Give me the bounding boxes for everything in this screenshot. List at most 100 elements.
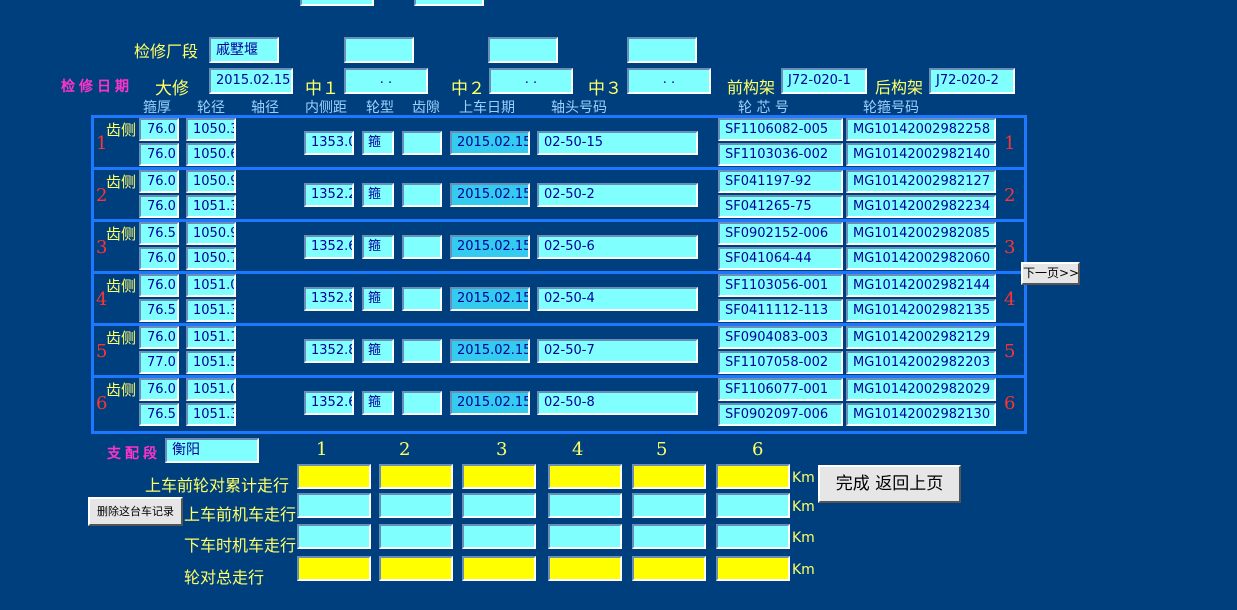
top-field-2[interactable]: [414, 0, 484, 6]
mileage-field[interactable]: [379, 464, 453, 489]
tire-thickness-field-a[interactable]: 76.5: [139, 222, 179, 245]
tooth-gap-field[interactable]: [402, 391, 442, 415]
tire-thickness-field-a[interactable]: 76.0: [139, 118, 179, 141]
mileage-field[interactable]: [632, 464, 706, 489]
wheel-core-field-a[interactable]: SF1106077-001: [718, 378, 843, 401]
wheel-diameter-field-a[interactable]: 1050.9: [186, 170, 236, 193]
tooth-gap-field[interactable]: [402, 339, 442, 363]
mileage-field[interactable]: [379, 556, 453, 581]
mileage-field[interactable]: [548, 524, 622, 549]
wheel-core-field-b[interactable]: SF041064-44: [718, 247, 843, 270]
mileage-field[interactable]: [716, 493, 790, 518]
tire-thickness-field-a[interactable]: 76.0: [139, 378, 179, 401]
axle-head-code-field[interactable]: 02-50-4: [537, 287, 698, 311]
wheel-type-field[interactable]: 箍: [362, 391, 394, 415]
mileage-field[interactable]: [548, 493, 622, 518]
wheel-type-field[interactable]: 箍: [362, 183, 394, 207]
mileage-field[interactable]: [716, 524, 790, 549]
mileage-field[interactable]: [379, 524, 453, 549]
tire-code-field-b[interactable]: MG10142002982234: [846, 195, 996, 218]
wheel-core-field-a[interactable]: SF0902152-006: [718, 222, 843, 245]
wheel-core-field-a[interactable]: SF1103056-001: [718, 274, 843, 297]
rear-bogie-field[interactable]: J72-020-2: [929, 68, 1015, 94]
wheel-type-field[interactable]: 箍: [362, 339, 394, 363]
wheel-diameter-field-b[interactable]: 1050.6: [186, 143, 236, 166]
install-date-field[interactable]: 2015.02.15: [450, 183, 530, 207]
wheel-core-field-b[interactable]: SF0411112-113: [718, 299, 843, 322]
mileage-field[interactable]: [548, 556, 622, 581]
tire-thickness-field-a[interactable]: 76.0: [139, 326, 179, 349]
inner-distance-field[interactable]: 1352.2: [304, 183, 354, 207]
install-date-field[interactable]: 2015.02.15: [450, 131, 530, 155]
wheel-diameter-field-a[interactable]: 1051.1: [186, 326, 236, 349]
tire-code-field-a[interactable]: MG10142002982258: [846, 118, 996, 141]
mileage-field[interactable]: [297, 524, 371, 549]
wheel-diameter-field-a[interactable]: 1050.3: [186, 118, 236, 141]
wheel-diameter-field-a[interactable]: 1051.0: [186, 378, 236, 401]
mileage-field[interactable]: [632, 493, 706, 518]
tire-thickness-field-b[interactable]: 76.0: [139, 195, 179, 218]
finish-return-button[interactable]: 完成 返回上页: [818, 465, 961, 503]
wheel-core-field-a[interactable]: SF041197-92: [718, 170, 843, 193]
tire-thickness-field-b[interactable]: 76.5: [139, 403, 179, 426]
axle-head-code-field[interactable]: 02-50-15: [537, 131, 698, 155]
tire-code-field-a[interactable]: MG10142002982029: [846, 378, 996, 401]
install-date-field[interactable]: 2015.02.15: [450, 287, 530, 311]
inner-distance-field[interactable]: 1352.8: [304, 339, 354, 363]
mileage-field[interactable]: [462, 556, 536, 581]
install-date-field[interactable]: 2015.02.15: [450, 339, 530, 363]
inner-distance-field[interactable]: 1353.0: [304, 131, 354, 155]
wheel-type-field[interactable]: 箍: [362, 235, 394, 259]
mileage-field[interactable]: [462, 464, 536, 489]
mileage-field[interactable]: [632, 556, 706, 581]
tire-thickness-field-a[interactable]: 76.0: [139, 274, 179, 297]
mid2-date-field[interactable]: . .: [489, 68, 573, 94]
tire-thickness-field-b[interactable]: 76.0: [139, 247, 179, 270]
tire-code-field-a[interactable]: MG10142002982127: [846, 170, 996, 193]
inner-distance-field[interactable]: 1352.6: [304, 391, 354, 415]
wheel-diameter-field-b[interactable]: 1051.5: [186, 351, 236, 374]
major-repair-date-field[interactable]: 2015.02.15: [209, 68, 293, 94]
mileage-field[interactable]: [632, 524, 706, 549]
mid1-date-field[interactable]: . .: [344, 68, 428, 94]
tooth-gap-field[interactable]: [402, 235, 442, 259]
wheel-diameter-field-b[interactable]: 1051.3: [186, 299, 236, 322]
assigned-depot-field[interactable]: 衡阳: [165, 438, 259, 463]
repair-depot-field[interactable]: 戚墅堰: [209, 37, 279, 63]
tire-code-field-a[interactable]: MG10142002982085: [846, 222, 996, 245]
top-field-1[interactable]: [300, 0, 374, 6]
mileage-field[interactable]: [462, 524, 536, 549]
tire-code-field-b[interactable]: MG10142002982203: [846, 351, 996, 374]
wheel-core-field-a[interactable]: SF0904083-003: [718, 326, 843, 349]
wheel-diameter-field-a[interactable]: 1050.9: [186, 222, 236, 245]
tire-thickness-field-b[interactable]: 76.0: [139, 143, 179, 166]
tire-thickness-field-b[interactable]: 77.0: [139, 351, 179, 374]
mileage-field[interactable]: [716, 464, 790, 489]
wheel-diameter-field-a[interactable]: 1051.0: [186, 274, 236, 297]
wheel-core-field-b[interactable]: SF1103036-002: [718, 143, 843, 166]
axle-head-code-field[interactable]: 02-50-7: [537, 339, 698, 363]
front-bogie-field[interactable]: J72-020-1: [781, 68, 867, 94]
wheel-diameter-field-b[interactable]: 1051.3: [186, 403, 236, 426]
mileage-field[interactable]: [462, 493, 536, 518]
inner-distance-field[interactable]: 1352.6: [304, 235, 354, 259]
tire-code-field-b[interactable]: MG10142002982135: [846, 299, 996, 322]
tire-code-field-b[interactable]: MG10142002982060: [846, 247, 996, 270]
tooth-gap-field[interactable]: [402, 287, 442, 311]
wheel-core-field-b[interactable]: SF0902097-006: [718, 403, 843, 426]
tire-code-field-b[interactable]: MG10142002982140: [846, 143, 996, 166]
blank-field-2[interactable]: [488, 37, 558, 63]
wheel-diameter-field-b[interactable]: 1051.3: [186, 195, 236, 218]
mileage-field[interactable]: [297, 493, 371, 518]
next-page-button[interactable]: 下一页>>: [1021, 262, 1080, 285]
wheel-diameter-field-b[interactable]: 1050.7: [186, 247, 236, 270]
mileage-field[interactable]: [297, 556, 371, 581]
wheel-type-field[interactable]: 箍: [362, 131, 394, 155]
blank-field-1[interactable]: [344, 37, 414, 63]
delete-record-button[interactable]: 删除这台车记录: [88, 497, 183, 526]
blank-field-3[interactable]: [627, 37, 697, 63]
tire-thickness-field-b[interactable]: 76.5: [139, 299, 179, 322]
tire-code-field-b[interactable]: MG10142002982130: [846, 403, 996, 426]
mileage-field[interactable]: [716, 556, 790, 581]
tooth-gap-field[interactable]: [402, 131, 442, 155]
